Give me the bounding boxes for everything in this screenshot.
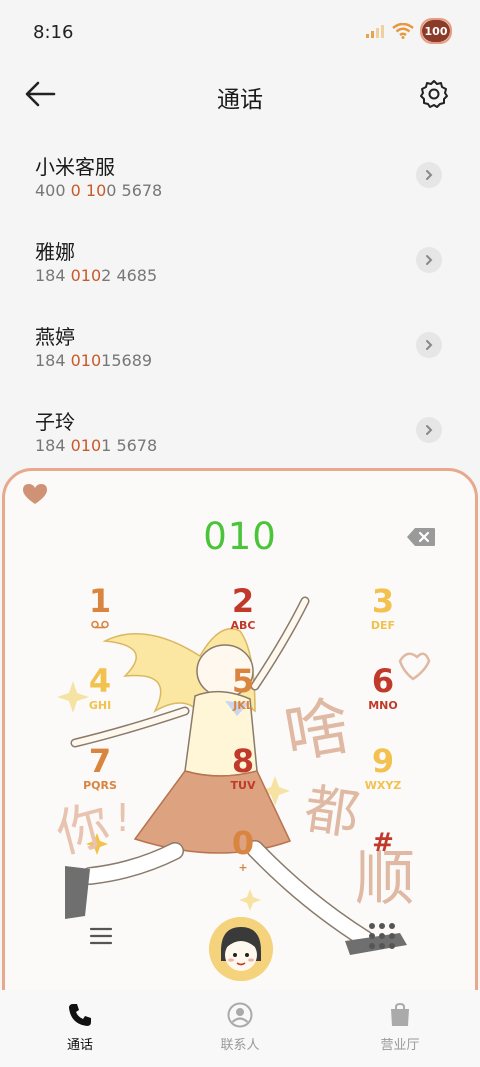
voicemail-icon xyxy=(65,619,135,632)
contact-name: 小米客服 xyxy=(35,155,115,179)
menu-icon xyxy=(89,927,113,945)
contact-row[interactable]: 燕婷 184 01015689 xyxy=(0,305,480,390)
contact-name: 燕婷 xyxy=(35,325,75,349)
contact-row[interactable]: 雅娜 184 0102 4685 xyxy=(0,220,480,305)
number-match: 010 xyxy=(70,351,102,370)
key-letters: JKL xyxy=(233,699,253,712)
key-letters: DEF xyxy=(370,619,396,632)
menu-button[interactable] xyxy=(87,924,115,948)
number-prefix: 400 xyxy=(35,181,71,200)
wifi-icon xyxy=(392,23,414,39)
contact-detail-button[interactable] xyxy=(416,247,442,273)
key-0[interactable]: 0 + xyxy=(208,825,278,889)
key-1[interactable]: 1 xyxy=(65,583,135,647)
number-suffix: 15689 xyxy=(101,351,153,370)
key-hash[interactable]: # xyxy=(348,825,418,889)
key-letters: + xyxy=(238,861,248,874)
chevron-right-icon xyxy=(426,425,433,435)
chevron-right-icon xyxy=(426,170,433,180)
key-digit: 5 xyxy=(231,662,255,700)
tab-label: 通话 xyxy=(66,1038,93,1053)
number-suffix: 0 5678 xyxy=(106,181,163,200)
contact-name: 子玲 xyxy=(35,410,75,434)
contact-name: 雅娜 xyxy=(35,240,75,264)
contact-detail-button[interactable] xyxy=(416,162,442,188)
number-suffix: 1 5678 xyxy=(101,436,158,455)
contact-detail-button[interactable] xyxy=(416,332,442,358)
key-6[interactable]: 6 MNO xyxy=(348,663,418,727)
backspace-icon xyxy=(407,528,435,546)
key-digit: 8 xyxy=(231,742,255,780)
key-2[interactable]: 2 ABC xyxy=(208,583,278,647)
chevron-right-icon xyxy=(426,340,433,350)
gear-icon xyxy=(420,80,448,108)
key-digit: 4 xyxy=(88,662,112,700)
tab-contacts[interactable]: 联系人 xyxy=(160,990,320,1067)
page-title: 通话 xyxy=(217,87,263,113)
key-letters: TUV xyxy=(230,779,256,792)
contact-number: 400 0 100 5678 xyxy=(35,181,162,200)
key-digit: 3 xyxy=(371,582,395,620)
key-letters: GHI xyxy=(88,699,112,712)
battery-indicator: 100 xyxy=(420,18,452,44)
key-letters: PQRS xyxy=(83,779,117,792)
contact-row[interactable]: 子玲 184 0101 5678 xyxy=(0,390,480,475)
number-prefix: 184 xyxy=(35,351,71,370)
number-suffix: 2 4685 xyxy=(101,266,158,285)
status-time: 8:16 xyxy=(33,22,74,43)
number-match: 010 xyxy=(70,436,102,455)
dialpad-panel: 啥 都 顺 你 ! 010 1 2 ABC 3 DEF 4 GHI 5 JKL xyxy=(2,468,478,998)
contact-number: 184 0102 4685 xyxy=(35,266,157,285)
heart-icon xyxy=(23,484,47,504)
key-letters: ABC xyxy=(230,619,256,632)
header: 通话 xyxy=(0,64,480,126)
phone-icon xyxy=(69,1004,91,1026)
dots-grid-icon xyxy=(369,923,395,949)
status-bar: 8:16 100 xyxy=(0,0,480,64)
store-bag-icon xyxy=(391,1002,409,1026)
contact-detail-button[interactable] xyxy=(416,417,442,443)
bottom-tab-bar: 通话 联系人 营业厅 xyxy=(0,990,480,1067)
key-letters: WXYZ xyxy=(364,779,402,792)
contacts-icon xyxy=(227,1002,253,1028)
contact-number: 184 0101 5678 xyxy=(35,436,157,455)
backspace-button[interactable] xyxy=(405,526,437,548)
key-digit: 9 xyxy=(371,742,395,780)
key-digit: 6 xyxy=(371,662,395,700)
key-digit: 2 xyxy=(231,582,255,620)
tab-calls[interactable]: 通话 xyxy=(0,990,160,1067)
key-4[interactable]: 4 GHI xyxy=(65,663,135,727)
key-9[interactable]: 9 WXYZ xyxy=(348,743,418,807)
key-3[interactable]: 3 DEF xyxy=(348,583,418,647)
battery-level: 100 xyxy=(424,24,448,38)
key-digit: 0 xyxy=(231,824,255,862)
contact-number: 184 01015689 xyxy=(35,351,152,370)
girl-face-icon xyxy=(209,917,273,981)
settings-button[interactable] xyxy=(418,78,450,110)
tab-label: 营业厅 xyxy=(380,1038,420,1053)
key-letters: MNO xyxy=(368,699,398,712)
signal-icon xyxy=(366,25,384,38)
key-digit: # xyxy=(372,828,394,858)
tab-service-hall[interactable]: 营业厅 xyxy=(320,990,480,1067)
dialpad-toggle-button[interactable] xyxy=(367,921,397,951)
number-match: 010 xyxy=(70,266,102,285)
chevron-right-icon xyxy=(426,255,433,265)
number-match: 0 10 xyxy=(70,181,107,200)
svg-text:啥: 啥 xyxy=(279,689,355,773)
contact-list: 小米客服 400 0 100 5678 雅娜 184 0102 4685 燕婷 … xyxy=(0,135,480,475)
contact-row[interactable]: 小米客服 400 0 100 5678 xyxy=(0,135,480,220)
tab-label: 联系人 xyxy=(220,1038,260,1053)
number-prefix: 184 xyxy=(35,266,71,285)
key-7[interactable]: 7 PQRS xyxy=(65,743,135,807)
key-5[interactable]: 5 JKL xyxy=(208,663,278,727)
status-icons: 100 xyxy=(366,18,452,44)
key-8[interactable]: 8 TUV xyxy=(208,743,278,807)
call-button[interactable] xyxy=(209,917,273,981)
key-digit: 7 xyxy=(88,742,112,780)
number-prefix: 184 xyxy=(35,436,71,455)
key-digit: 1 xyxy=(88,582,112,620)
